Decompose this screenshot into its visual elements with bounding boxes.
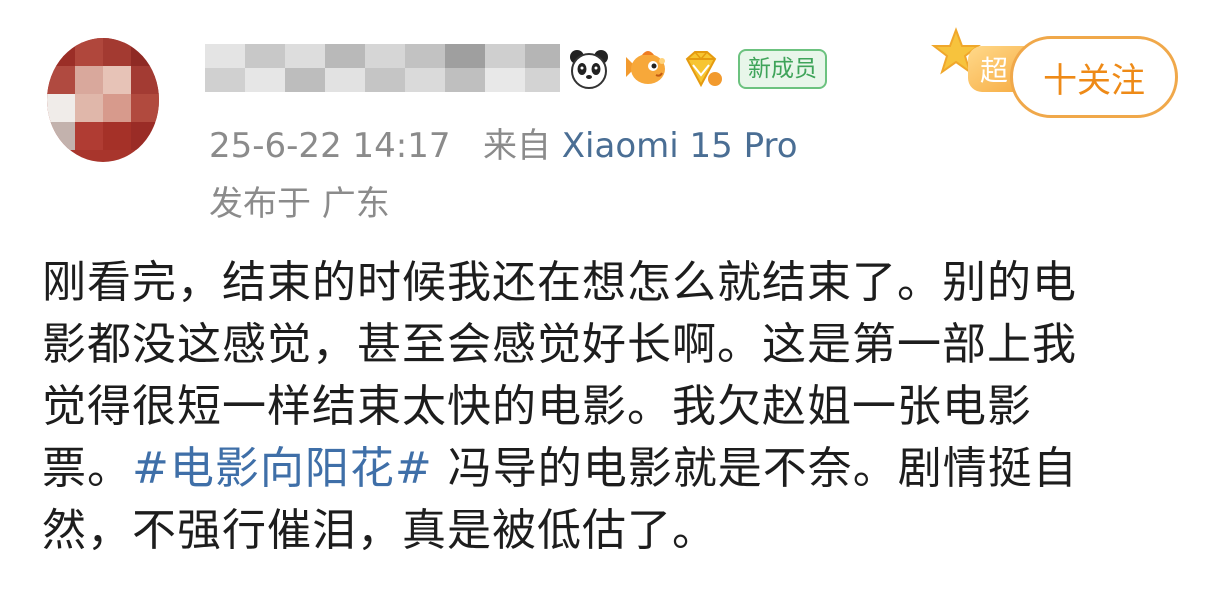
diamond-icon [678, 46, 724, 92]
post-line: 刚看完，结束的时候我还在想怎么就结束了。别的电 [42, 257, 1077, 308]
timestamp: 25-6-22 14:17 [209, 126, 451, 166]
post-line-prefix: 票。 [42, 443, 132, 494]
fish-icon [622, 46, 668, 92]
super-badge-char: 超 [980, 54, 1008, 87]
device-link[interactable]: Xiaomi 15 Pro [562, 126, 798, 166]
avatar[interactable] [47, 38, 159, 162]
post-line: 影都没这感觉，甚至会感觉好长啊。这是第一部上我 [42, 319, 1077, 370]
post-line-suffix: 冯导的电影就是不奈。剧情挺自 [432, 443, 1078, 494]
post-meta: 25-6-22 14:17 来自 Xiaomi 15 Pro [209, 118, 798, 167]
hashtag-link[interactable]: #电影向阳花# [132, 443, 433, 494]
post-line: 觉得很短一样结束太快的电影。我欠赵姐一张电影 [42, 381, 1032, 432]
post-line: 然，不强行催泪，真是被低估了。 [42, 505, 717, 556]
user-badges: 新成员 [566, 44, 827, 94]
post-line: 票。#电影向阳花# 冯导的电影就是不奈。剧情挺自 [42, 438, 1182, 500]
new-member-badge: 新成员 [738, 49, 827, 89]
post-body: 刚看完，结束的时候我还在想怎么就结束了。别的电 影都没这感觉，甚至会感觉好长啊。… [42, 252, 1182, 562]
panda-icon [566, 46, 612, 92]
post-location: 发布于 广东 [209, 184, 390, 224]
source-prefix: 来自 [482, 126, 551, 166]
username-blurred[interactable] [205, 44, 560, 92]
follow-button[interactable]: 十关注 [1010, 36, 1178, 118]
